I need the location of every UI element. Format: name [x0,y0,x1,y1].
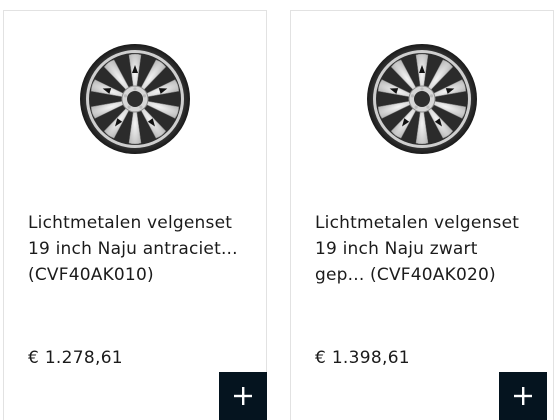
product-title-line: Lichtmetalen velgenset [28,213,233,233]
product-title[interactable]: Lichtmetalen velgenset 19 inch Naju zwar… [315,210,547,288]
product-price: € 1.278,61 [28,348,123,368]
add-to-cart-button[interactable] [499,372,547,420]
add-to-cart-button[interactable] [219,372,267,420]
alloy-wheel-image[interactable] [366,43,478,155]
product-title-line: gep... (CVF40AK020) [315,265,496,285]
alloy-wheel-image[interactable] [79,43,191,155]
product-card[interactable]: Lichtmetalen velgenset 19 inch Naju zwar… [290,10,554,420]
product-title-line: (CVF40AK010) [28,265,154,285]
product-price: € 1.398,61 [315,348,410,368]
plus-icon [234,387,252,405]
product-title-line: 19 inch Naju zwart [315,239,478,259]
product-title-line: Lichtmetalen velgenset [315,213,520,233]
product-grid: Lichtmetalen velgenset 19 inch Naju antr… [0,0,558,420]
product-card[interactable]: Lichtmetalen velgenset 19 inch Naju antr… [3,10,267,420]
product-title[interactable]: Lichtmetalen velgenset 19 inch Naju antr… [28,210,260,288]
product-title-line: 19 inch Naju antraciet... [28,239,238,259]
plus-icon [514,387,532,405]
